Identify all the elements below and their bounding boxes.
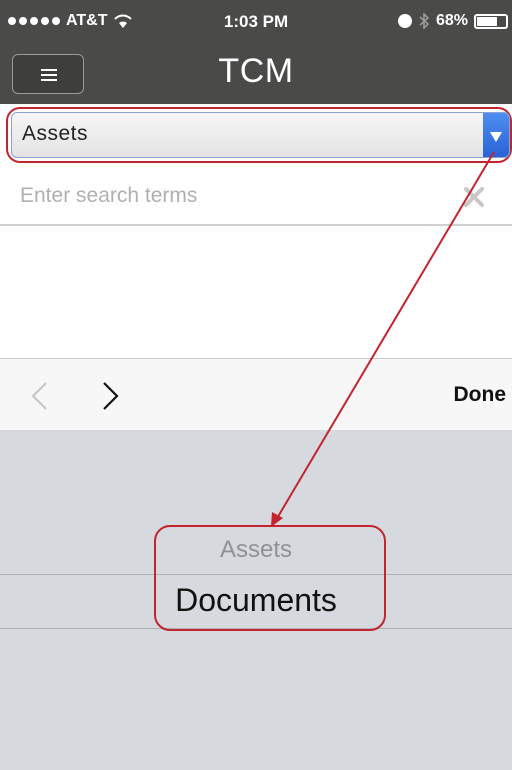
category-select[interactable]: Assets: [11, 112, 510, 158]
chevron-right-icon[interactable]: [102, 381, 120, 411]
chevron-left-icon[interactable]: [30, 381, 48, 411]
status-bar: AT&T 1:03 PM 68%: [0, 0, 512, 46]
dropdown-triangle-icon: [490, 132, 502, 142]
nav-bar: TCM: [0, 46, 512, 104]
clear-x-icon[interactable]: [461, 184, 487, 210]
status-right: 68%: [397, 12, 508, 30]
select-value: Assets: [22, 122, 89, 145]
done-button[interactable]: Done: [454, 383, 507, 407]
select-highlight-annotation: Assets: [6, 107, 512, 163]
picker-highlight-annotation: [154, 525, 386, 631]
select-arrow-button[interactable]: [483, 113, 509, 157]
picker-toolbar: Done: [0, 358, 512, 430]
battery-icon: [474, 13, 508, 29]
alarm-icon: [397, 14, 412, 28]
search-row: [0, 166, 512, 226]
picker-wheel[interactable]: Assets Documents: [0, 430, 512, 770]
blank-area: [0, 228, 512, 358]
bluetooth-icon: [419, 13, 430, 29]
search-input[interactable]: [20, 182, 440, 210]
page-title: TCM: [218, 52, 294, 90]
battery-percent: 68%: [435, 12, 468, 29]
